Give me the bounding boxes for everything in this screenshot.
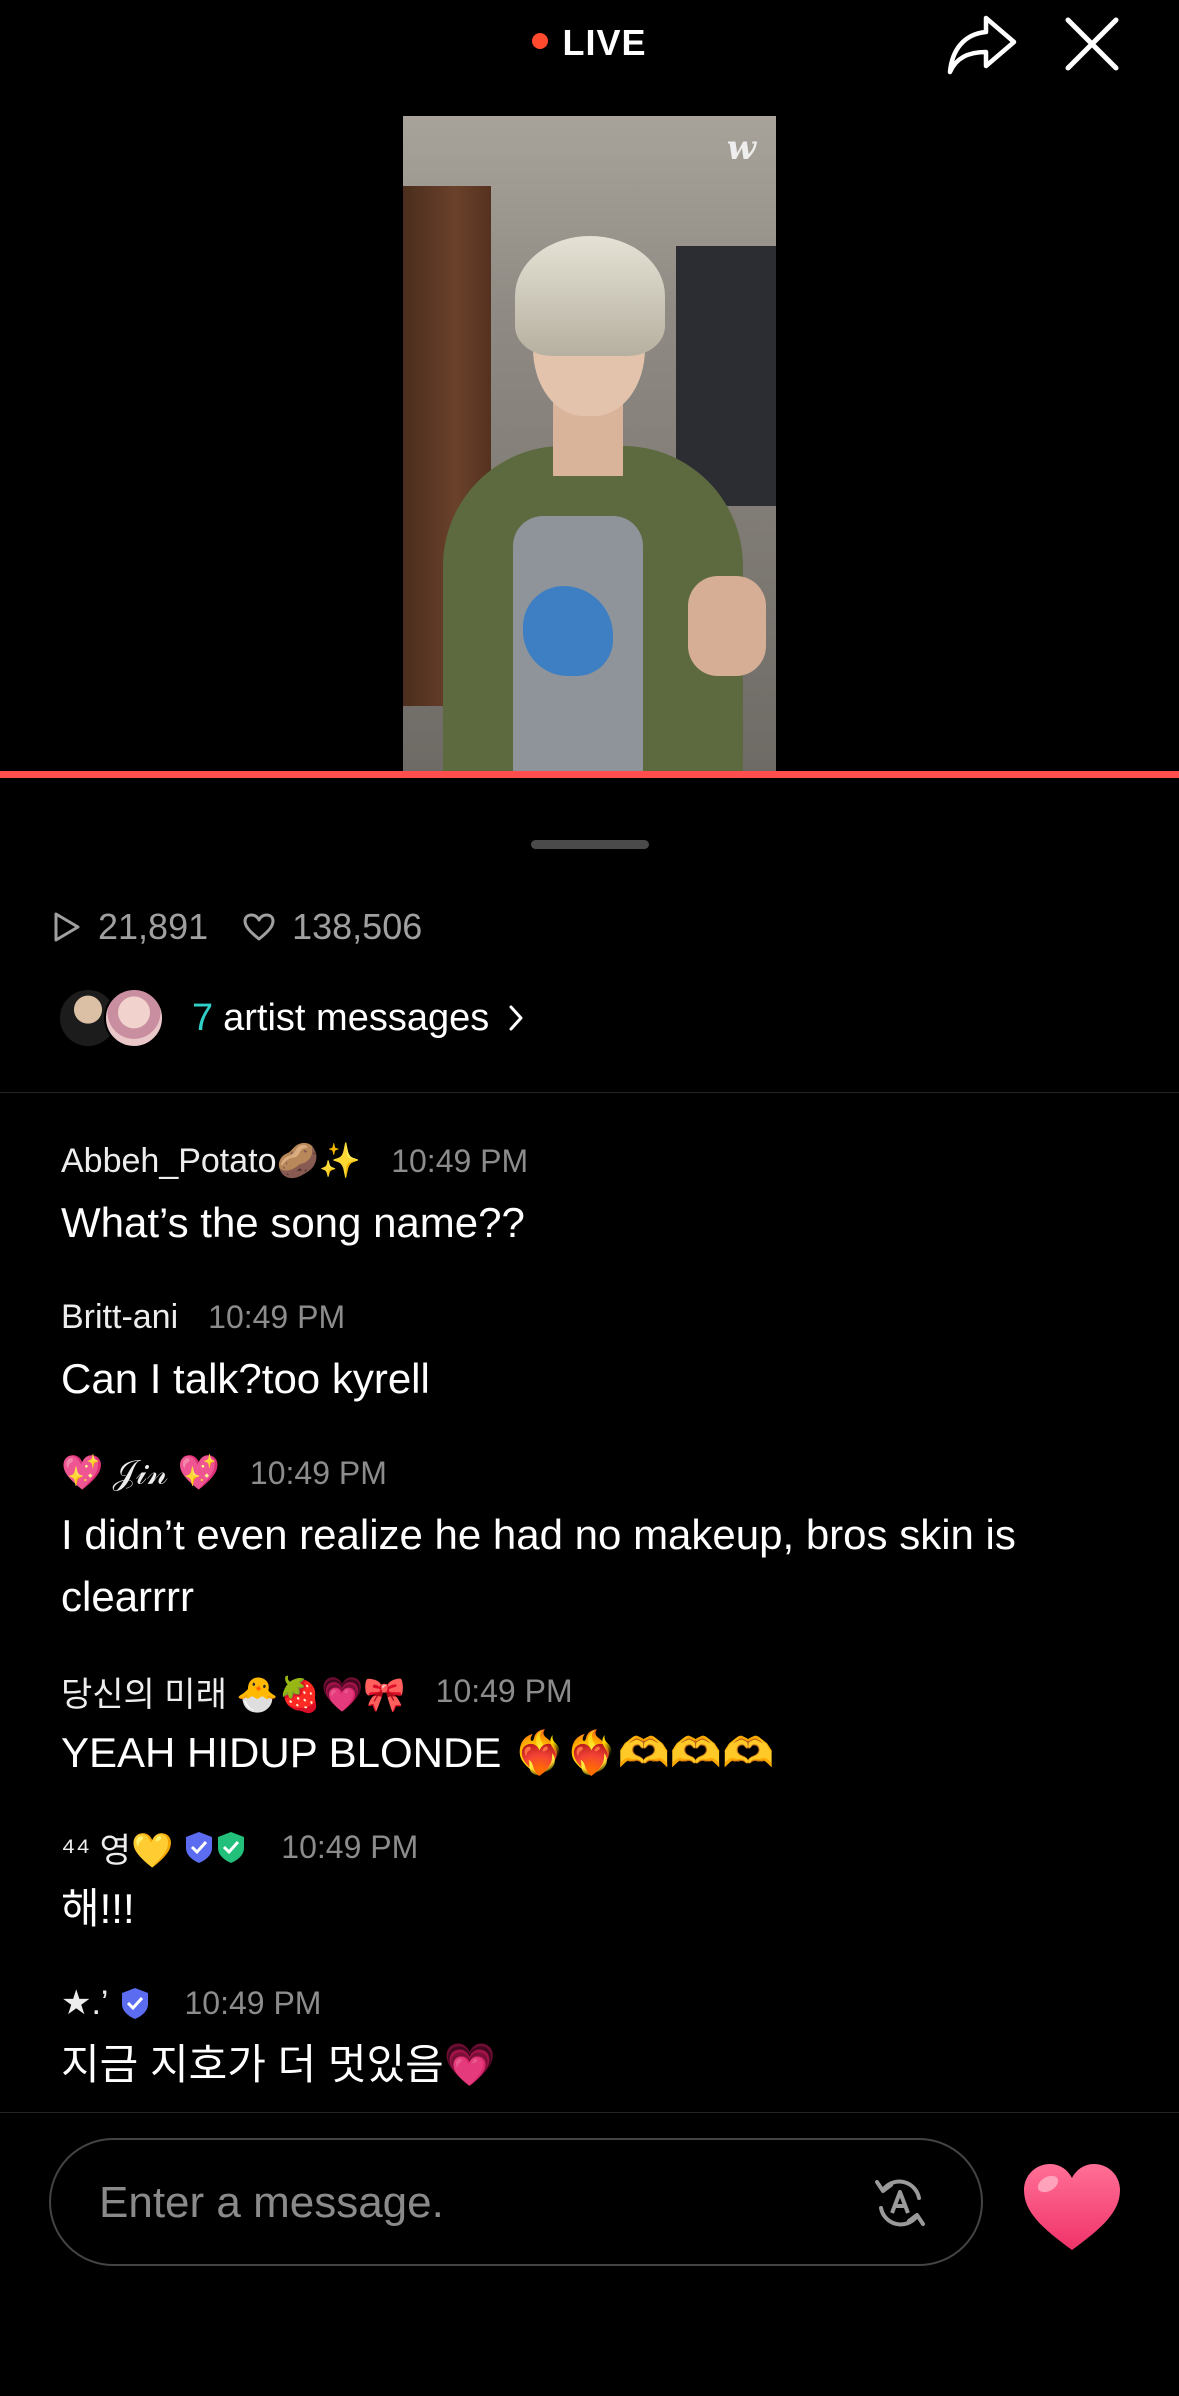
- chat-username[interactable]: ★.’: [61, 1983, 108, 2023]
- chat-username[interactable]: Britt-ani: [61, 1298, 178, 1337]
- close-button[interactable]: [1064, 16, 1120, 72]
- view-count: 21,891: [52, 906, 208, 948]
- live-label: LIVE: [562, 22, 647, 63]
- chat-message: ⁴⁴ 영💛 10:49 PM 해!!!: [61, 1816, 1131, 1940]
- weverse-logo-icon: w: [726, 128, 756, 168]
- translate-icon: [875, 2179, 925, 2227]
- chat-text: I didn’t even realize he had no makeup, …: [61, 1511, 1016, 1620]
- play-icon: [54, 912, 80, 942]
- heart-outline-icon: [243, 913, 275, 941]
- message-composer: [49, 2138, 983, 2266]
- like-count-value: 138,506: [292, 906, 423, 947]
- chat-timestamp: 10:49 PM: [391, 1142, 529, 1179]
- chat-message: Britt-ani 10:49 PM Can I talk?too kyrell: [61, 1286, 1131, 1410]
- chat-message: Abbeh_Potato🥔✨ 10:49 PM What’s the song …: [61, 1130, 1131, 1254]
- share-icon: [947, 15, 1017, 75]
- close-icon: [1065, 17, 1119, 71]
- chat-text: YEAH HIDUP BLONDE ❤️‍🔥❤️‍🔥🫶🫶🫶: [61, 1729, 775, 1776]
- chat-timestamp: 10:49 PM: [184, 1984, 322, 2021]
- membership-badge-icon: [186, 1832, 245, 1863]
- chat-text: 해!!!: [61, 1885, 135, 1932]
- chat-message: 당신의 미래 🐣🍓💗🎀 10:49 PM YEAH HIDUP BLONDE ❤…: [61, 1660, 1131, 1784]
- live-video[interactable]: w: [403, 116, 776, 771]
- chat-message: ★.’ 10:49 PM 지금 지호가 더 멋있음💗: [61, 1972, 1131, 2096]
- chevron-right-icon: [509, 1005, 523, 1031]
- chat-username[interactable]: 당신의 미래 🐣🍓💗🎀: [61, 1667, 406, 1716]
- chat-timestamp: 10:49 PM: [281, 1828, 419, 1865]
- chat-username[interactable]: 💖 𝒥𝒾𝓃 💖: [61, 1453, 220, 1493]
- stats-row: 21,891 138,506: [52, 906, 422, 948]
- chat-message: 💖 𝒥𝒾𝓃 💖 10:49 PM I didn’t even realize h…: [61, 1442, 1131, 1628]
- share-button[interactable]: [944, 12, 1020, 78]
- membership-badge-icon: [122, 1988, 149, 2019]
- heart-filled-icon: [1024, 2164, 1120, 2250]
- artist-messages-count: 7: [192, 996, 214, 1039]
- live-dot-icon: [532, 33, 549, 50]
- chat-username[interactable]: Abbeh_Potato🥔✨: [61, 1141, 361, 1181]
- artist-messages-text: artist messages: [223, 996, 490, 1039]
- artist-messages-label: 7 artist messages: [192, 997, 489, 1040]
- chat-text: What’s the song name??: [61, 1199, 525, 1246]
- chat-timestamp: 10:49 PM: [249, 1454, 387, 1491]
- chat-timestamp: 10:49 PM: [208, 1298, 346, 1335]
- chat-text: Can I talk?too kyrell: [61, 1355, 430, 1402]
- avatar: [104, 988, 164, 1048]
- view-count-value: 21,891: [98, 906, 209, 947]
- message-input[interactable]: [97, 2170, 881, 2236]
- divider: [0, 1092, 1179, 1093]
- chat-list[interactable]: Abbeh_Potato🥔✨ 10:49 PM What’s the song …: [61, 1130, 1131, 2128]
- divider: [0, 2112, 1179, 2113]
- chat-text: 지금 지호가 더 멋있음💗: [61, 2041, 497, 2088]
- artist-avatars: [58, 988, 170, 1048]
- translate-button[interactable]: [871, 2174, 929, 2232]
- drag-handle[interactable]: [531, 840, 649, 849]
- artist-messages-link[interactable]: 7 artist messages: [58, 984, 525, 1052]
- chat-timestamp: 10:49 PM: [435, 1672, 573, 1709]
- live-page: LIVE w 21,891 138,506 7 artist messages …: [0, 0, 1179, 2396]
- like-button[interactable]: [1020, 2160, 1124, 2256]
- like-count: 138,506: [242, 906, 422, 948]
- chat-username[interactable]: ⁴⁴ 영💛: [61, 1823, 173, 1872]
- live-progress-bar: [0, 771, 1179, 778]
- top-bar: LIVE: [0, 0, 1179, 100]
